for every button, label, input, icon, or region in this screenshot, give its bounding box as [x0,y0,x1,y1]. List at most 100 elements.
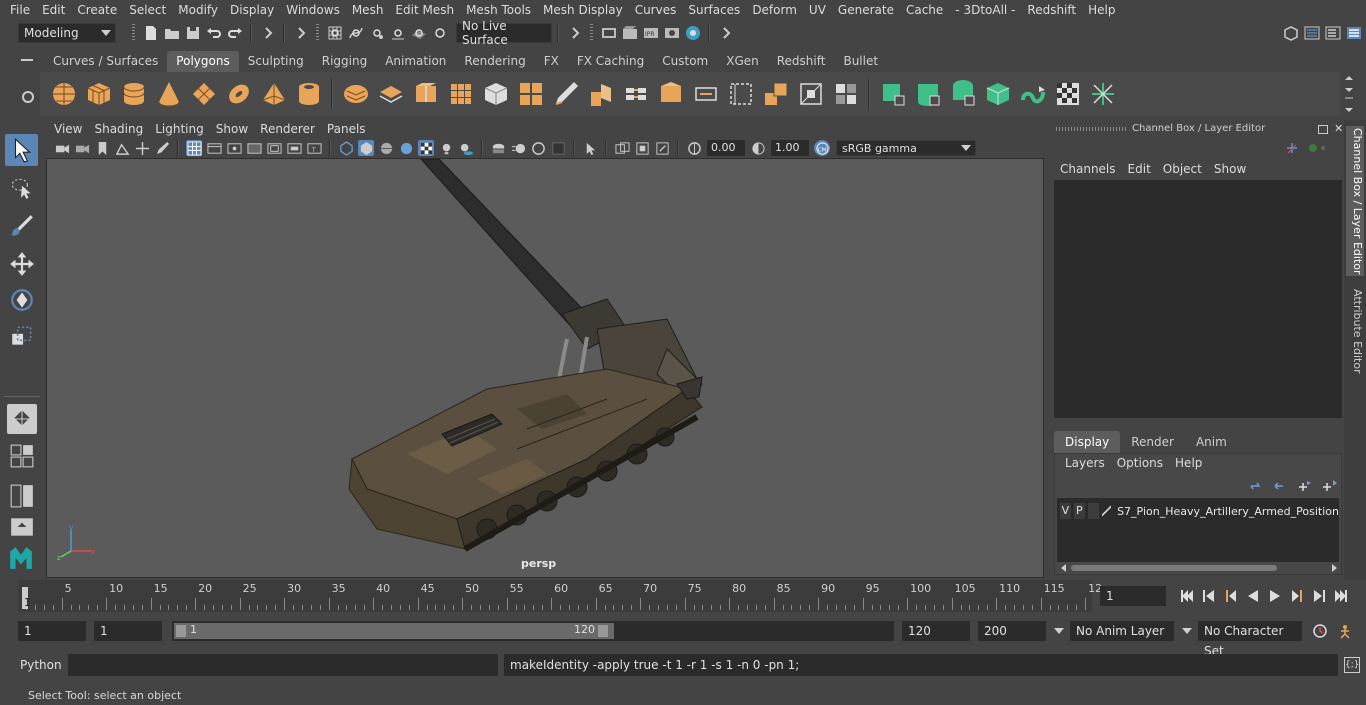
menu-edit-mesh[interactable]: Edit Mesh [389,0,460,20]
insert-edge-loop-icon[interactable] [796,79,826,109]
paint-select-tool-icon[interactable] [5,210,38,242]
start-time-field[interactable]: 1 [18,621,86,641]
arrow-right-icon[interactable] [259,24,276,41]
range-slider-end-handle[interactable] [598,625,608,637]
menu-mesh-tools[interactable]: Mesh Tools [460,0,537,20]
scrollbar-thumb[interactable] [1071,565,1277,571]
layer-tab-render[interactable]: Render [1120,431,1185,453]
grease-pencil-icon[interactable] [154,140,170,156]
shelf-tab-fx-caching[interactable]: FX Caching [568,51,653,72]
snap-view-icon[interactable] [389,24,406,41]
mode-dropdown[interactable]: Modeling [18,22,116,43]
camera-attributes-icon[interactable] [74,140,90,156]
cylindrical-map-icon[interactable] [913,79,943,109]
maya-logo-icon[interactable] [4,542,37,574]
shelf-tab-fx[interactable]: FX [535,51,568,72]
layer-horizontal-scrollbar[interactable] [1061,564,1337,572]
menu-display[interactable]: Display [224,0,280,20]
tool-settings-toggle-icon[interactable] [1324,24,1341,41]
live-surface-field[interactable]: No Live Surface [456,19,552,47]
move-tool-icon[interactable] [5,248,38,280]
bookmark-icon[interactable] [94,140,110,156]
side-tab-channel-box[interactable]: Channel Box / Layer Editor [1346,126,1364,276]
menu-mesh[interactable]: Mesh [346,0,390,20]
target-weld-icon[interactable] [691,79,721,109]
time-slider[interactable]: 5 10 15 20 25 30 35 40 45 50 55 60 65 70 75 80 85 90 95 100… [18,580,1102,612]
wireframe-on-shaded-icon[interactable] [398,140,414,156]
xray-active-icon[interactable] [654,140,670,156]
shelf-tab-bullet[interactable]: Bullet [834,51,887,72]
spherical-map-icon[interactable] [948,79,978,109]
resolution-gate-icon[interactable] [226,140,242,156]
smooth-shade-icon[interactable] [358,140,374,156]
offset-edge-icon[interactable] [761,79,791,109]
chevron-down-icon[interactable] [1182,628,1192,634]
go-to-end-icon[interactable] [1331,586,1351,606]
outliner-layout-icon[interactable] [5,516,38,538]
auto-map-icon[interactable] [983,79,1013,109]
shelf-tab-rigging[interactable]: Rigging [313,51,376,72]
channel-box-toggle-icon[interactable] [1345,24,1362,41]
shelf-settings-gear-icon[interactable] [22,91,34,103]
extrude-icon[interactable] [586,79,616,109]
poly-torus-icon[interactable] [224,79,254,109]
viewport-menu-renderer[interactable]: Renderer [254,122,321,136]
viewport-menu-shading[interactable]: Shading [88,122,149,136]
perspective-viewport[interactable]: y x z persp [46,158,1044,578]
uv-editor-icon[interactable] [1088,79,1118,109]
save-scene-icon[interactable] [184,24,201,41]
render-frame-icon[interactable] [621,24,638,41]
shelf-tab-redshift[interactable]: Redshift [768,51,835,72]
image-plane-icon[interactable] [114,140,130,156]
step-forward-frame-icon[interactable] [1287,586,1307,606]
arrow-right-icon[interactable] [292,24,309,41]
layer-playback-toggle[interactable]: P [1073,503,1085,519]
color-management-icon[interactable]: CM [814,140,830,156]
unfold-icon[interactable] [1018,79,1048,109]
shelf-tab-custom[interactable]: Custom [653,51,717,72]
xray-icon[interactable] [614,140,630,156]
scale-tool-icon[interactable] [5,320,38,352]
layer-action-icons[interactable] [1249,478,1339,492]
ambient-occlusion-icon[interactable] [490,140,506,156]
menu-select[interactable]: Select [123,0,172,20]
step-back-frame-icon[interactable] [1221,586,1241,606]
layer-row[interactable]: V P S7_Pion_Heavy_Artillery_Armed_Positi… [1057,502,1339,520]
menu-edit[interactable]: Edit [36,0,71,20]
render-view-icon[interactable] [663,24,680,41]
four-view-layout-icon[interactable] [5,442,38,470]
step-forward-key-icon[interactable] [1309,586,1329,606]
menu-help[interactable]: Help [1082,0,1121,20]
go-to-start-icon[interactable] [1177,586,1197,606]
panel-float-icon[interactable] [1318,124,1328,134]
snap-live-icon[interactable] [431,24,448,41]
select-tool-icon[interactable] [5,134,38,166]
smooth-icon[interactable] [446,79,476,109]
append-icon[interactable] [656,79,686,109]
open-scene-icon[interactable] [163,24,180,41]
playback-start-field[interactable]: 1 [94,621,162,641]
exposure-icon[interactable] [686,140,702,156]
bevel-icon[interactable] [831,79,861,109]
viewport-menu-lighting[interactable]: Lighting [149,122,210,136]
shelf-tab-rendering[interactable]: Rendering [455,51,534,72]
menu-windows[interactable]: Windows [280,0,346,20]
channel-box-icons[interactable] [1286,141,1326,155]
poly-pyramid-icon[interactable] [259,79,289,109]
side-tab-attribute-editor[interactable]: Attribute Editor [1346,286,1364,376]
single-view-layout-icon[interactable] [7,404,37,434]
poly-cube-icon[interactable] [84,79,114,109]
viewport-menu-view[interactable]: View [48,122,88,136]
wireframe-icon[interactable] [338,140,354,156]
auto-keyframe-icon[interactable] [1335,621,1355,641]
menu-deform[interactable]: Deform [746,0,803,20]
layer-visibility-toggle[interactable]: V [1060,503,1071,519]
menu-create[interactable]: Create [71,0,123,20]
combine-icon[interactable] [341,79,371,109]
end-time-field[interactable]: 200 [978,621,1046,641]
menu-mesh-display[interactable]: Mesh Display [537,0,629,20]
arrow-right-icon[interactable] [566,24,583,41]
hypershade-icon[interactable] [684,24,701,41]
anim-layer-field[interactable]: No Anim Layer [1070,621,1174,641]
use-all-lights-icon[interactable] [438,140,454,156]
